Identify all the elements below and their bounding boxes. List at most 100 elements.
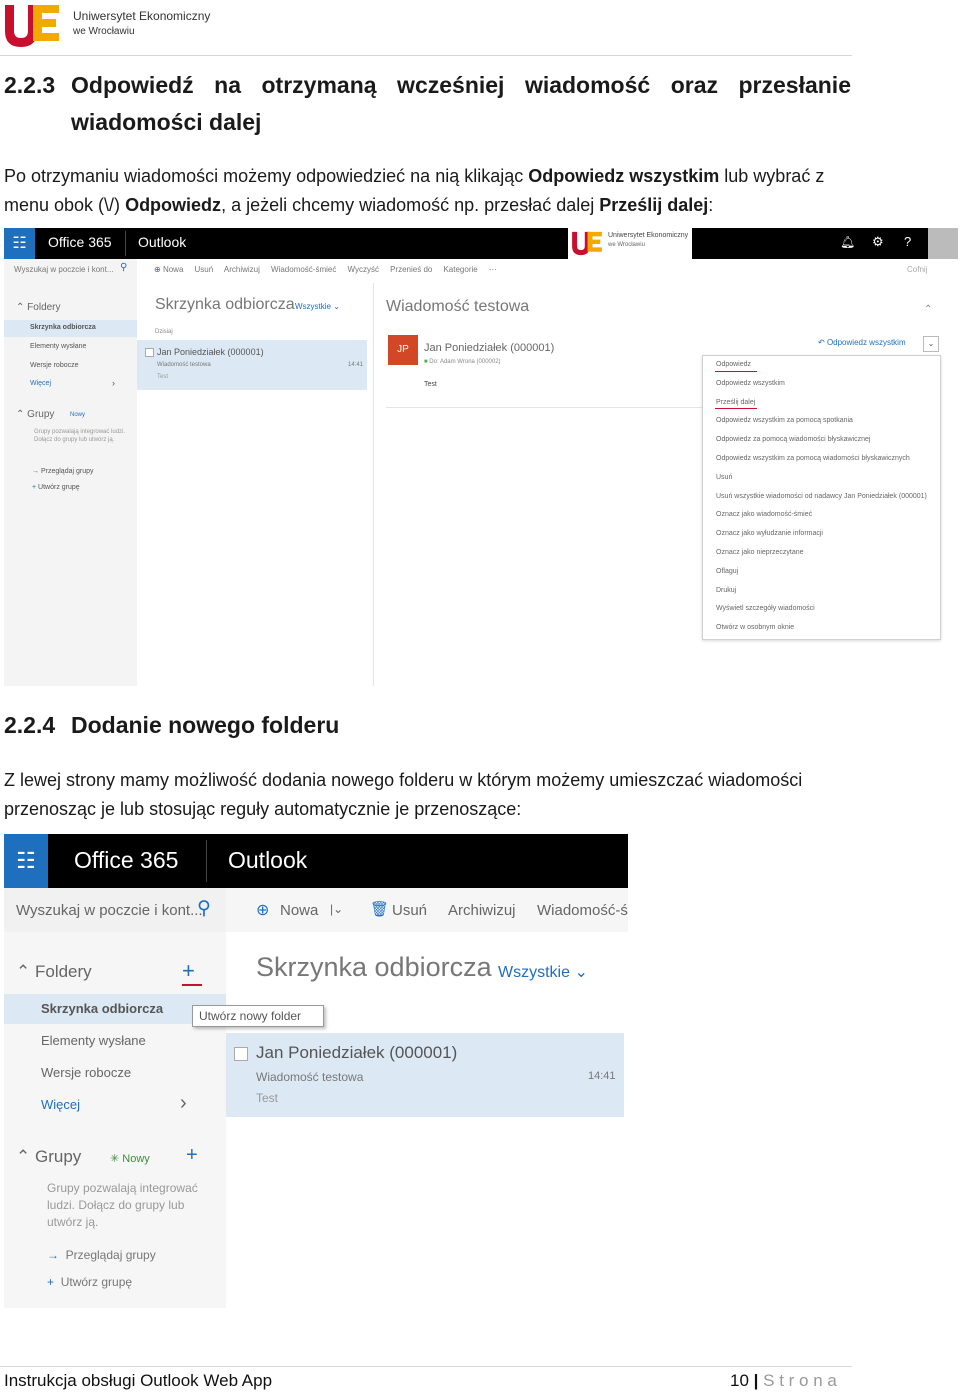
menu-reply-all[interactable]: Odpowiedz wszystkim <box>703 375 940 394</box>
cmd-sweep[interactable]: Wyczyść <box>347 265 378 274</box>
reading-sender[interactable]: Jan Poniedziałek (000001) <box>424 342 554 354</box>
message-row[interactable]: Jan Poniedziałek (000001) Wiadomość test… <box>226 1033 624 1117</box>
groups-create-link[interactable]: + Utwórz grupę <box>32 484 80 491</box>
folders-label: Foldery <box>34 962 92 981</box>
section-223-title-line1: Odpowiedź na otrzymaną wcześniej wiadomo… <box>71 72 851 98</box>
folder-inbox[interactable]: Skrzynka odbiorcza <box>41 1001 163 1016</box>
menu-print[interactable]: Drukuj <box>703 582 940 601</box>
groups-new-badge[interactable]: ✳ Nowy <box>110 1152 150 1165</box>
help-icon[interactable]: ? <box>904 234 911 249</box>
text-run: menu obok (\/) <box>4 195 126 215</box>
search-icon[interactable]: ⚲ <box>120 262 127 273</box>
groups-desc-line3: utwórz ją. <box>47 1215 99 1229</box>
reply-all-button[interactable]: ↶ Odpowiedz wszystkim <box>818 338 906 347</box>
undo-button[interactable]: Cofnij <box>907 265 927 274</box>
topbar-divider <box>206 840 207 882</box>
groups-create-link[interactable]: + Utwórz grupę <box>47 1275 132 1289</box>
groups-browse-link[interactable]: → Przeglądaj grupy <box>32 468 93 475</box>
message-time: 14:41 <box>588 1070 616 1082</box>
collapse-icon[interactable]: ⌃ <box>924 304 932 315</box>
university-name-line1: Uniwersytet Ekonomiczny <box>73 9 211 23</box>
menu-flag[interactable]: Oflaguj <box>703 563 940 582</box>
add-folder-plus-icon[interactable]: + <box>182 958 195 984</box>
cmd-delete[interactable]: Usuń <box>392 902 427 919</box>
cmd-junk[interactable]: Wiadomość-śmieć <box>271 265 336 274</box>
bell-icon[interactable]: 🔔︎ <box>840 235 855 249</box>
cmd-archive[interactable]: Archiwizuj <box>224 265 260 274</box>
outlook-label[interactable]: Outlook <box>228 847 307 874</box>
cmd-archive[interactable]: Archiwizuj <box>448 902 516 919</box>
menu-mark-junk[interactable]: Oznacz jako wiadomość-śmieć <box>703 506 940 525</box>
add-group-plus-icon[interactable]: + <box>186 1144 198 1167</box>
cmd-delete[interactable]: Usuń <box>195 265 214 274</box>
cmd-more[interactable]: ··· <box>489 265 497 274</box>
menu-mark-unread[interactable]: Oznacz jako nieprzeczytane <box>703 544 940 563</box>
groups-browse-link[interactable]: → Przeglądaj grupy <box>47 1248 156 1262</box>
folder-drafts[interactable]: Wersje robocze <box>30 362 79 369</box>
paragraph-line-1: Po otrzymaniu wiadomości możemy odpowied… <box>4 162 854 191</box>
groups-desc-line2: ludzi. Dołącz do grupy lub <box>47 1198 185 1212</box>
search-icon[interactable]: ⚲ <box>197 897 211 920</box>
menu-delete-all-from-sender[interactable]: Usuń wszystkie wiadomości od nadawcy Jan… <box>703 488 940 507</box>
groups-header[interactable]: ⌃ Grupy <box>16 1147 81 1167</box>
search-input[interactable]: Wyszukaj w poczcie i kont... <box>14 265 114 274</box>
menu-open-new-window[interactable]: Otwórz w osobnym oknie <box>703 619 940 638</box>
message-row[interactable]: Jan Poniedziałek (000001) Wiadomość test… <box>137 340 367 390</box>
cmd-new-chevron-icon[interactable]: |⌄ <box>330 902 343 916</box>
message-preview: Test <box>157 374 169 380</box>
plus-icon: + <box>47 1275 55 1289</box>
app-launcher-icon[interactable]: ☷ <box>4 834 48 888</box>
filter-dropdown[interactable]: Wszystkie ⌄ <box>498 962 588 982</box>
menu-view-details[interactable]: Wyświetl szczegóły wiadomości <box>703 600 940 619</box>
university-name-line2: we Wrocławiu <box>73 26 135 37</box>
groups-new-label: Nowy <box>122 1153 150 1165</box>
user-avatar[interactable] <box>928 228 958 259</box>
tenant-logo-sub: we Wrocławiu <box>608 242 645 248</box>
add-icon: ⊕ <box>154 265 161 274</box>
menu-forward[interactable]: Prześlij dalej <box>703 394 940 413</box>
reply-options-chevron-icon[interactable]: ⌄ <box>923 336 939 352</box>
groups-browse-label: Przeglądaj grupy <box>40 468 94 475</box>
folder-inbox[interactable]: Skrzynka odbiorcza <box>30 324 96 331</box>
menu-mark-phishing[interactable]: Oznacz jako wyłudzanie informacji <box>703 525 940 544</box>
search-input[interactable]: Wyszukaj w poczcie i kont... <box>16 902 203 919</box>
groups-header[interactable]: ⌃ Grupy <box>16 409 54 420</box>
folders-header[interactable]: ⌃ Foldery <box>16 962 92 982</box>
cmd-move[interactable]: Przenieś do <box>390 265 432 274</box>
outlook-label[interactable]: Outlook <box>138 234 186 250</box>
menu-reply-im[interactable]: Odpowiedz za pomocą wiadomości błyskawic… <box>703 431 940 450</box>
folder-more[interactable]: Więcej <box>30 380 51 387</box>
gear-icon[interactable]: ⚙ <box>872 234 884 250</box>
menu-delete[interactable]: Usuń <box>703 469 940 488</box>
menu-reply-all-meeting[interactable]: Odpowiedz wszystkim za pomocą spotkania <box>703 412 940 431</box>
topbar-divider <box>125 231 126 256</box>
message-checkbox[interactable] <box>145 348 154 357</box>
groups-new-badge[interactable]: Nowy <box>70 412 85 418</box>
filter-label: Wszystkie <box>498 964 570 981</box>
menu-reply-all-im[interactable]: Odpowiedz wszystkim za pomocą wiadomości… <box>703 450 940 469</box>
date-group-today: Dzisiaj <box>155 329 173 335</box>
folder-sent[interactable]: Elementy wysłane <box>41 1033 146 1048</box>
message-subject: Wiadomość testowa <box>256 1070 364 1084</box>
cmd-new[interactable]: Nowa <box>163 265 183 274</box>
add-icon: ⊕ <box>256 902 270 919</box>
folder-drafts[interactable]: Wersje robocze <box>41 1065 131 1080</box>
page-word: S t r o n a <box>763 1371 837 1390</box>
app-launcher-icon[interactable]: ☷ <box>4 228 35 259</box>
message-checkbox[interactable] <box>234 1047 248 1061</box>
chevron-right-icon[interactable]: › <box>180 1092 187 1115</box>
message-subject: Wiadomość testowa <box>157 362 211 368</box>
page-separator: | <box>753 1371 759 1390</box>
cmd-categories[interactable]: Kategorie <box>443 265 477 274</box>
chevron-right-icon[interactable]: › <box>112 378 115 388</box>
office-label: Office 365 <box>74 847 179 873</box>
filter-dropdown[interactable]: Wszystkie ⌄ <box>295 302 340 311</box>
trash-icon: 🗑︎ <box>370 901 390 918</box>
folders-header[interactable]: ⌃ Foldery <box>16 302 61 313</box>
text-run: , a jeżeli chcemy wiadomość np. przesłać… <box>221 195 600 215</box>
cmd-new[interactable]: Nowa <box>280 902 318 919</box>
paragraph-line-1: Z lewej strony mamy możliwość dodania no… <box>4 770 803 790</box>
cmd-junk[interactable]: Wiadomość-ś <box>537 902 628 919</box>
folder-more[interactable]: Więcej <box>41 1097 80 1112</box>
folder-sent[interactable]: Elementy wysłane <box>30 343 86 350</box>
